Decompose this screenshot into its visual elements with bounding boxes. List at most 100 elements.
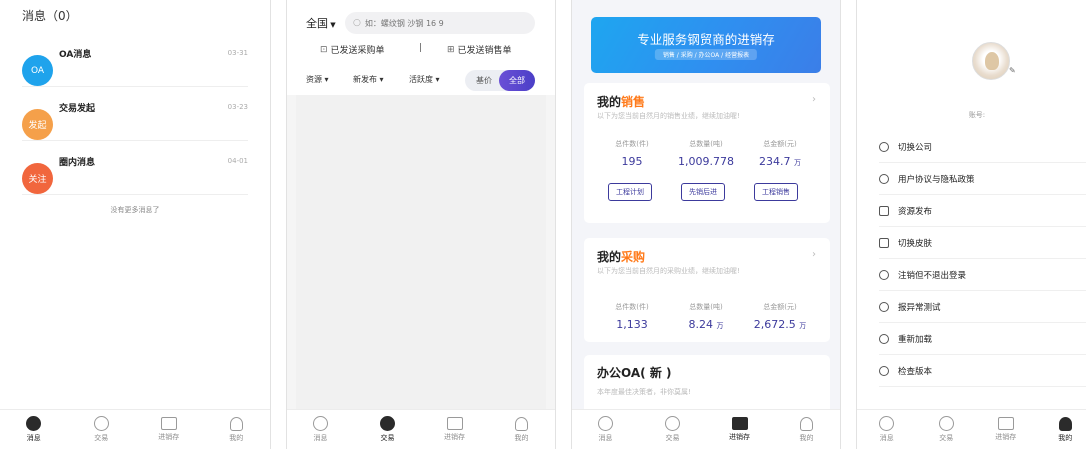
tab-label: 我的 [514, 433, 529, 442]
tab-mine[interactable]: 我的 [488, 416, 555, 443]
tab-bar: 消息 交易 进销存 我的 [857, 409, 1086, 449]
filter-resource[interactable]: 资源 ▾ [306, 74, 329, 85]
tab-trade[interactable]: 交易 [68, 416, 136, 443]
filter-new[interactable]: 新发布 ▾ [353, 74, 384, 85]
tab-messages[interactable]: 消息 [572, 416, 639, 443]
tab-messages[interactable]: 消息 [0, 416, 68, 443]
sales-card: 我的销售 › 以下为您当前自然月的销售业绩，继续加油喔! 总件数(件) 195 总… [584, 83, 830, 223]
exchange-icon [938, 416, 954, 431]
tab-label: 交易 [380, 434, 395, 442]
stat-count: 总件数(件) 1,133 [615, 303, 649, 331]
avatar[interactable] [972, 42, 1010, 80]
engineering-plan-button[interactable]: 工程计划 [608, 183, 652, 201]
tab-mine[interactable]: 我的 [773, 416, 840, 443]
toggle-all[interactable]: 全部 [499, 70, 535, 91]
tab-label: 我的 [1058, 433, 1073, 442]
tab-trade[interactable]: 交易 [917, 416, 977, 443]
tab-inventory[interactable]: 进销存 [706, 417, 773, 442]
exchange-icon [380, 416, 395, 431]
tab-label: 消息 [313, 434, 328, 442]
tab-label: 消息 [26, 434, 41, 442]
engineering-sales-button[interactable]: 工程销售 [754, 183, 798, 201]
avatar: OA [22, 55, 53, 86]
tab-trade[interactable]: 交易 [354, 416, 421, 443]
info-icon [879, 366, 889, 376]
trade-list-area [296, 95, 546, 409]
filter-label: 资源 [306, 75, 322, 84]
tab-messages[interactable]: 消息 [287, 416, 354, 443]
sent-sales-label: 已发送销售单 [457, 46, 512, 56]
message-item[interactable]: 关注 圈内消息 04-01 [22, 153, 248, 195]
sent-sales-button[interactable]: ⊞ 已发送销售单 [447, 43, 512, 57]
settings-icon [879, 270, 889, 280]
menu-reload[interactable]: 重新加载 [879, 324, 1086, 355]
info-icon [879, 174, 889, 184]
tab-trade[interactable]: 交易 [639, 416, 706, 443]
user-icon [515, 416, 528, 431]
tab-messages[interactable]: 消息 [857, 416, 917, 443]
search-input[interactable] [364, 18, 515, 28]
menu-user-agreement[interactable]: 用户协议与隐私政策 [879, 164, 1086, 195]
tab-inventory[interactable]: 进销存 [421, 417, 488, 442]
menu-switch-skin[interactable]: 切换皮肤 [879, 228, 1086, 259]
chat-icon [598, 416, 613, 431]
account-label: 账号: [968, 111, 986, 119]
search-icon: ○ [353, 18, 361, 28]
search-bar[interactable]: ○ [345, 12, 535, 34]
oa-card[interactable]: 办公OA( 新 ) 本年度最佳决策者，非你莫属! [584, 355, 830, 415]
tab-label: 我的 [799, 433, 814, 442]
user-icon [1058, 416, 1072, 431]
sell-first-button[interactable]: 先销后进 [681, 183, 725, 201]
message-name: 交易发起 [59, 104, 96, 114]
region-label: 全国 [306, 17, 328, 30]
menu-label: 资源发布 [898, 207, 933, 217]
card-subtitle: 以下为您当前自然月的销售业绩，继续加油喔! [597, 112, 740, 120]
page-title: 消息（0） [22, 9, 78, 23]
inventory-icon [731, 417, 748, 430]
promo-banner[interactable]: 专业服务钢贸商的进销存 销售 / 采购 / 办公OA / 经营报表 [591, 17, 821, 73]
tab-inventory[interactable]: 进销存 [135, 417, 203, 442]
filter-label: 新发布 [353, 75, 377, 84]
sent-purchase-button[interactable]: ⊡ 已发送采购单 [320, 43, 385, 57]
chevron-right-icon[interactable]: › [812, 94, 816, 105]
info-icon [879, 334, 889, 344]
menu-report-exception[interactable]: 报异常测试 [879, 292, 1086, 323]
tab-bar: 消息 交易 进销存 我的 [0, 409, 270, 449]
message-name: OA消息 [59, 50, 92, 60]
message-item[interactable]: 发起 交易发起 03-23 [22, 99, 248, 141]
menu-label: 重新加载 [898, 335, 933, 345]
menu-switch-company[interactable]: 切换公司 [879, 132, 1086, 163]
inventory-icon [160, 417, 177, 430]
chat-icon [313, 416, 328, 431]
message-time: 04-01 [227, 157, 248, 165]
tab-mine[interactable]: 我的 [203, 416, 271, 443]
banner-title: 专业服务钢贸商的进销存 [637, 32, 775, 47]
menu-label: 检查版本 [898, 367, 933, 377]
chevron-right-icon[interactable]: › [812, 249, 816, 260]
settings-icon [879, 302, 889, 312]
exchange-icon [665, 416, 680, 431]
menu-label: 用户协议与隐私政策 [898, 175, 975, 185]
toggle-base-price[interactable]: 基价 [469, 70, 499, 91]
caret-down-icon: ▼ [328, 21, 336, 29]
filter-label: 活跃度 [409, 75, 433, 84]
filter-activity[interactable]: 活跃度 ▾ [409, 74, 440, 85]
region-select[interactable]: 全国 ▼ [306, 15, 336, 31]
tab-mine[interactable]: 我的 [1036, 416, 1086, 443]
menu-resource-publish[interactable]: 资源发布 [879, 196, 1086, 227]
divider: | [419, 43, 423, 53]
edit-icon[interactable]: ✎ [1009, 66, 1016, 75]
menu-deregister[interactable]: 注销但不退出登录 [879, 260, 1086, 291]
message-name: 圈内消息 [59, 158, 96, 168]
tab-inventory[interactable]: 进销存 [976, 417, 1036, 442]
card-title: 我的采购 [597, 250, 646, 264]
exchange-icon [93, 416, 109, 431]
tab-label: 消息 [879, 434, 894, 442]
messages-screen: 消息（0） OA OA消息 03-31 发起 交易发起 03-23 关注 圈内消… [0, 0, 271, 449]
user-icon [800, 416, 813, 431]
tab-label: 进销存 [158, 433, 180, 441]
message-item[interactable]: OA OA消息 03-31 [22, 45, 248, 87]
menu-check-version[interactable]: 检查版本 [879, 356, 1086, 387]
trade-screen: 全国 ▼ ○ ⊡已发送采购单 | ⊞已发送销售单 资源 ▾ 新发布 ▾ 活跃度 … [286, 0, 556, 449]
tab-label: 进销存 [995, 433, 1017, 441]
